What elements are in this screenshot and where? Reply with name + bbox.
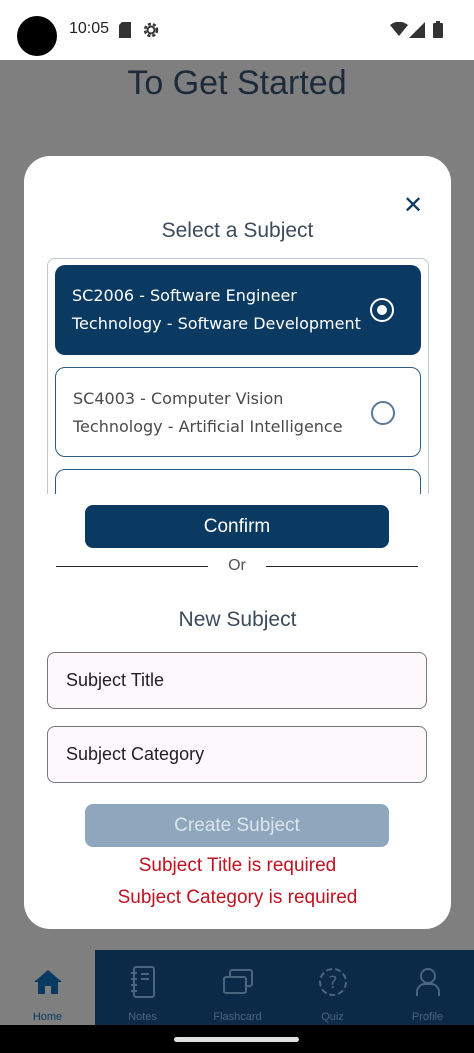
radio-selected[interactable]: [370, 298, 394, 322]
category-error-message: Subject Category is required: [117, 887, 358, 908]
subject-category-input[interactable]: [47, 726, 427, 783]
nav-label-quiz: Quiz: [321, 1011, 344, 1023]
svg-text:?: ?: [328, 973, 337, 993]
subject-option-sc2006[interactable]: SC2006 - Software Engineer Technology - …: [55, 265, 421, 355]
subject-option-sc4003[interactable]: SC4003 - Computer Vision Technology - Ar…: [55, 367, 421, 457]
subject-option-line2: Technology - Artificial Intelligence: [73, 417, 343, 436]
status-time: 10:05: [69, 20, 110, 37]
wifi-icon: [390, 22, 408, 36]
or-separator: Or: [228, 557, 246, 574]
home-gesture-handle[interactable]: [174, 1037, 299, 1042]
battery-icon: [433, 21, 443, 38]
subject-list[interactable]: SC2006 - Software Engineer Technology - …: [47, 258, 429, 494]
subject-option-text: SC2006 - Software Engineer Technology - …: [72, 282, 362, 338]
notebook-icon: [130, 966, 156, 998]
subject-modal: ✕ Select a Subject SC2006 - Software Eng…: [24, 156, 451, 929]
nav-label-notes: Notes: [128, 1011, 157, 1023]
gear-icon: [143, 22, 159, 38]
subject-option-text: SC4003 - Computer Vision Technology - Ar…: [73, 385, 363, 441]
subject-option-partial[interactable]: [55, 469, 421, 494]
subject-option-line1: SC4003 - Computer Vision: [73, 389, 284, 408]
status-bar: 10:05: [0, 0, 474, 60]
divider-right: [266, 566, 418, 567]
nav-item-notes[interactable]: Notes: [95, 950, 190, 1025]
bottom-nav: Home Notes Flashcard ? Quiz Profile: [0, 950, 474, 1025]
signal-icon: [409, 22, 425, 38]
sd-card-icon: [119, 22, 131, 38]
camera-cutout: [17, 16, 57, 56]
nav-item-quiz[interactable]: ? Quiz: [285, 950, 380, 1025]
confirm-button[interactable]: Confirm: [85, 505, 389, 548]
title-error-message: Subject Title is required: [138, 855, 337, 876]
nav-label-home: Home: [32, 1011, 63, 1023]
profile-icon: [414, 966, 442, 998]
page-title: To Get Started: [127, 64, 347, 102]
new-subject-heading: New Subject: [178, 608, 297, 631]
close-icon: ✕: [402, 191, 424, 219]
nav-item-home[interactable]: Home: [0, 950, 95, 1025]
close-button[interactable]: ✕: [400, 191, 426, 219]
divider-left: [56, 566, 208, 567]
nav-label-profile: Profile: [411, 1011, 444, 1023]
select-subject-heading: Select a Subject: [161, 219, 314, 242]
subject-title-input[interactable]: [47, 652, 427, 709]
nav-label-flashcard: Flashcard: [213, 1011, 262, 1023]
gesture-bar: [0, 1025, 474, 1053]
create-subject-button[interactable]: Create Subject: [85, 804, 389, 847]
flashcard-icon: [222, 966, 254, 998]
radio-unselected[interactable]: [371, 401, 395, 425]
nav-item-flashcard[interactable]: Flashcard: [190, 950, 285, 1025]
home-icon: [33, 966, 63, 998]
subject-option-line2: Technology - Software Development: [72, 314, 361, 333]
quiz-icon: ?: [318, 966, 348, 998]
nav-item-profile[interactable]: Profile: [380, 950, 474, 1025]
subject-option-line1: SC2006 - Software Engineer: [72, 286, 297, 305]
